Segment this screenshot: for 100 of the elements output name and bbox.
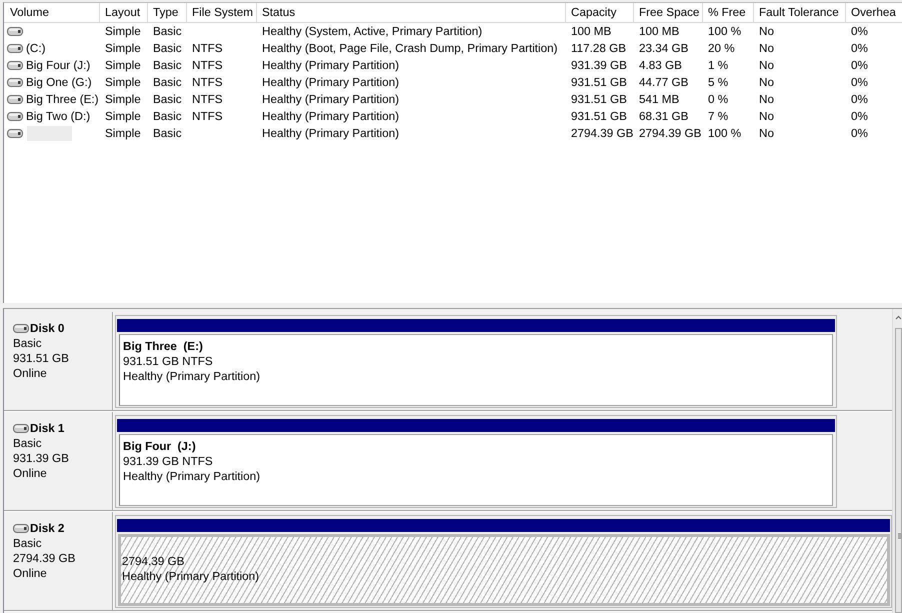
table-cell-text: 931.51 GB xyxy=(570,92,628,108)
table-cell-text: Simple xyxy=(104,24,142,40)
table-cell-text: 0% xyxy=(850,109,869,125)
table-cell-text: NTFS xyxy=(191,92,224,108)
table-cell-text: NTFS xyxy=(191,109,224,125)
disk-status: Online xyxy=(13,566,48,581)
table-cell-text: 2794.39 GB xyxy=(570,126,634,142)
table-cell-text: Basic xyxy=(152,41,183,57)
table-cell-text: Simple xyxy=(104,41,142,57)
volume-name: (C:) xyxy=(26,41,46,57)
disk-status: Online xyxy=(13,466,48,481)
table-cell-text: 100 % xyxy=(707,126,742,142)
column-header[interactable]: Overhea xyxy=(846,3,902,22)
table-cell-text: Healthy (Primary Partition) xyxy=(261,92,400,108)
partition-status: Healthy (Primary Partition) xyxy=(123,369,262,384)
disk-type: Basic xyxy=(13,336,43,351)
disk-name: Disk 1 xyxy=(30,421,64,436)
drive-icon xyxy=(7,61,23,70)
table-cell-text: No xyxy=(758,24,775,40)
disk-type: Basic xyxy=(13,436,43,451)
table-cell-text: 100 % xyxy=(707,24,742,40)
table-cell-text: 1 % xyxy=(707,58,730,74)
column-header[interactable]: Layout xyxy=(100,3,148,22)
partition-status: Healthy (Primary Partition) xyxy=(123,469,262,484)
table-cell-text: Healthy (Primary Partition) xyxy=(261,126,400,142)
column-header[interactable]: Free Space xyxy=(634,3,703,22)
table-cell-text: 68.31 GB xyxy=(638,109,690,125)
partition-status: Healthy (Primary Partition) xyxy=(122,569,260,584)
table-cell-text: 2794.39 GB xyxy=(638,126,702,142)
table-cell-text: No xyxy=(758,75,775,91)
table-cell-text: NTFS xyxy=(191,75,224,91)
table-cell-text: 23.34 GB xyxy=(638,41,690,57)
table-cell-text: Basic xyxy=(152,126,183,142)
table-cell-text: 0% xyxy=(850,41,869,57)
column-header[interactable]: Type xyxy=(148,3,187,22)
volume-name: Big One (G:) xyxy=(26,75,92,91)
table-cell-text: No xyxy=(758,58,775,74)
partition-block[interactable]: Big Four (J:) 931.39 GB NTFS Healthy (Primary Partition) xyxy=(119,434,833,506)
partition-size: 931.39 GB NTFS xyxy=(123,454,214,469)
volume-name: Big Three (E:) xyxy=(26,92,99,108)
table-cell-text: 0% xyxy=(850,24,869,40)
table-cell-text: 931.51 GB xyxy=(570,75,628,91)
column-header[interactable]: Volume xyxy=(4,3,100,22)
table-cell-text: 117.28 GB xyxy=(570,41,628,57)
drive-icon xyxy=(13,424,29,433)
table-cell-text: 0% xyxy=(850,92,869,108)
drive-icon xyxy=(7,95,23,104)
table-cell-text: Healthy (Primary Partition) xyxy=(261,109,400,125)
disk-name: Disk 2 xyxy=(30,521,64,536)
partition-size: 2794.39 GB xyxy=(122,554,186,569)
table-cell-text: 44.77 GB xyxy=(638,75,690,91)
partition-size: 931.51 GB NTFS xyxy=(123,354,214,369)
table-cell-text: No xyxy=(758,126,775,142)
table-cell-text: Healthy (System, Active, Primary Partition) xyxy=(261,24,484,40)
drive-icon xyxy=(13,324,29,333)
drive-icon xyxy=(13,524,29,533)
partition-block[interactable]: 2794.39 GB Healthy (Primary Partition) xyxy=(118,534,890,606)
column-header[interactable]: % Free xyxy=(703,3,754,22)
disk-size: 2794.39 GB xyxy=(13,551,76,566)
table-cell-text: No xyxy=(758,41,775,57)
column-header[interactable]: File System xyxy=(187,3,257,22)
table-cell-text: No xyxy=(758,92,775,108)
drive-icon xyxy=(7,112,23,121)
table-cell-text: Healthy (Primary Partition) xyxy=(261,58,400,74)
table-cell-text: 100 MB xyxy=(570,24,612,40)
partition-name: Big Four (J:) xyxy=(123,439,197,454)
drive-icon xyxy=(7,78,23,87)
column-header[interactable]: Status xyxy=(257,3,566,22)
table-cell-text: Simple xyxy=(104,75,142,91)
table-cell-text: 541 MB xyxy=(638,92,680,108)
table-cell-text: 0 % xyxy=(707,92,730,108)
table-cell-text: Basic xyxy=(152,58,183,74)
column-header[interactable]: Fault Tolerance xyxy=(754,3,846,22)
table-cell-text: 4.83 GB xyxy=(638,58,683,74)
table-cell-text: 20 % xyxy=(707,41,736,57)
vertical-scrollbar[interactable] xyxy=(892,309,902,613)
table-cell-text: 5 % xyxy=(707,75,730,91)
disk-size: 931.51 GB xyxy=(13,351,70,366)
partition-block[interactable]: Big Three (E:) 931.51 GB NTFS Healthy (Primary Partition) xyxy=(119,334,833,406)
volume-name: Big Four (J:) xyxy=(26,58,90,74)
disk-name: Disk 0 xyxy=(30,321,64,336)
table-cell-text: Simple xyxy=(104,58,142,74)
table-cell-text: Basic xyxy=(152,109,183,125)
table-cell-text: Simple xyxy=(104,92,142,108)
table-cell-text: NTFS xyxy=(191,41,224,57)
disk-size: 931.39 GB xyxy=(13,451,70,466)
table-cell-text: 0% xyxy=(850,75,869,91)
partition-name: Big Three (E:) xyxy=(123,339,204,354)
table-cell-text: Healthy (Boot, Page File, Crash Dump, Primary Partition) xyxy=(261,41,559,57)
table-cell-text: Basic xyxy=(152,75,183,91)
disk-type: Basic xyxy=(13,536,43,551)
volume-name: Big Two (D:) xyxy=(26,109,90,125)
disk-status: Online xyxy=(13,366,48,381)
table-cell-text: Simple xyxy=(104,126,142,142)
table-cell-text: NTFS xyxy=(191,58,224,74)
table-cell-text: 931.39 GB xyxy=(570,58,628,74)
table-cell-text: 7 % xyxy=(707,109,730,125)
table-cell-text: 0% xyxy=(850,126,869,142)
column-header[interactable]: Capacity xyxy=(566,3,634,22)
table-cell-text: Basic xyxy=(152,92,183,108)
